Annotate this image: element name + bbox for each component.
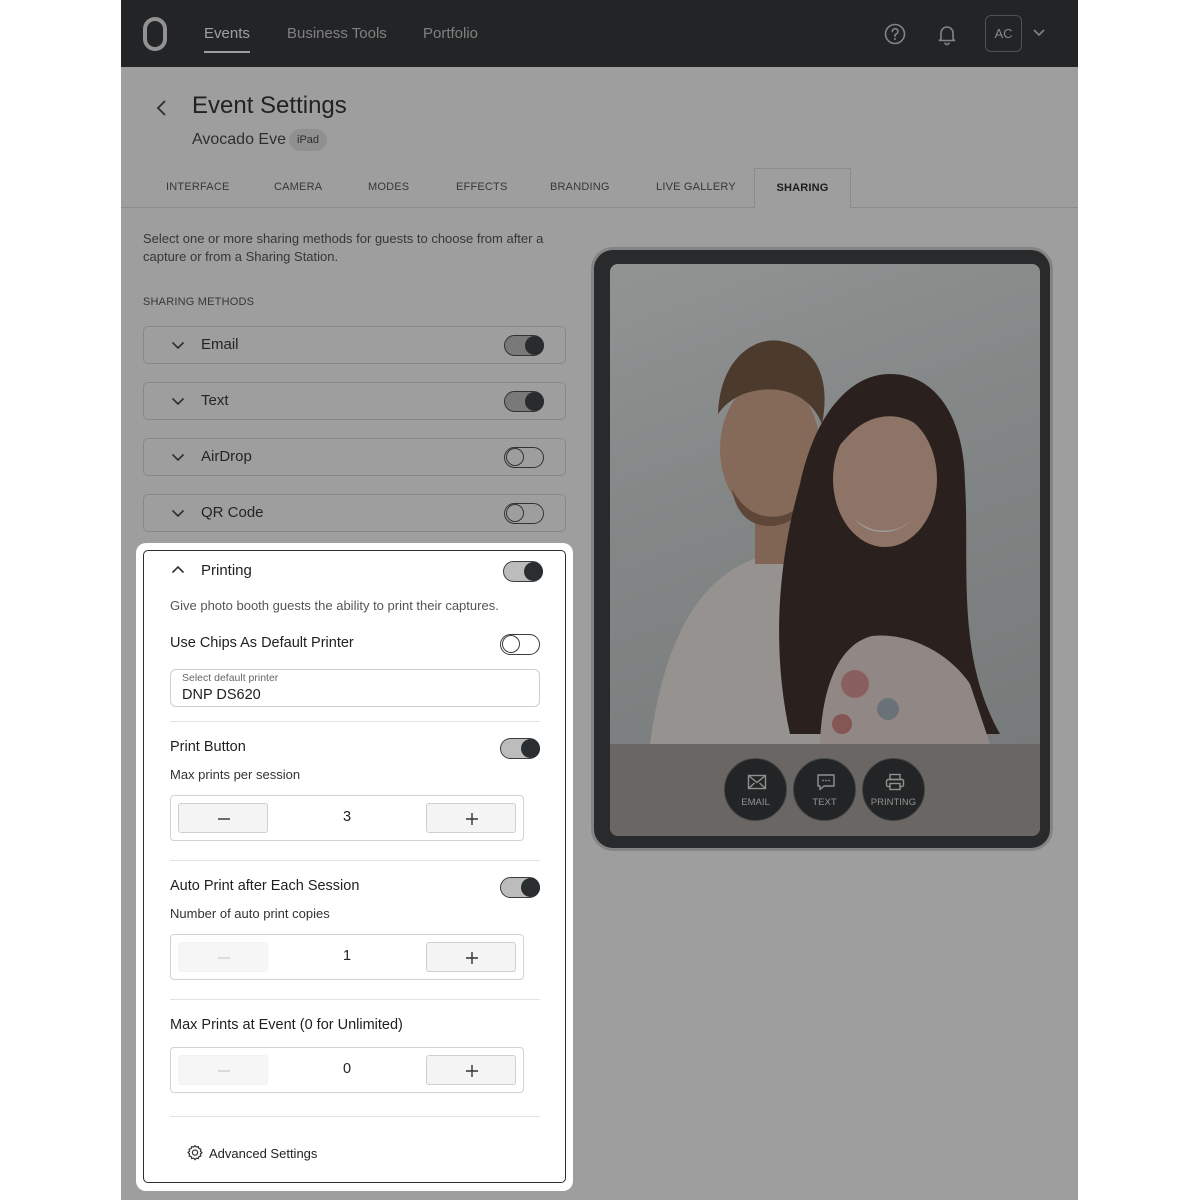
top-navigation: Events Business Tools Portfolio AC — [121, 0, 1078, 67]
toggle-knob — [502, 634, 520, 653]
email-toggle[interactable] — [504, 335, 544, 356]
preview-printing-button[interactable]: PRINTING — [862, 758, 925, 821]
max-prints-stepper: 3 — [170, 795, 524, 841]
chevron-down-icon[interactable] — [1032, 27, 1046, 37]
plus-icon — [466, 952, 478, 964]
tab-live-gallery[interactable]: LIVE GALLERY — [656, 168, 736, 208]
auto-print-label: Auto Print after Each Session — [170, 878, 360, 894]
plus-icon — [466, 1065, 478, 1077]
printing-description: Give photo booth guests the ability to p… — [170, 598, 499, 613]
tab-modes[interactable]: MODES — [368, 168, 409, 208]
tab-effects[interactable]: EFFECTS — [456, 168, 508, 208]
toggle-knob — [521, 738, 540, 758]
chevron-down-icon[interactable] — [171, 452, 185, 462]
toggle-knob — [525, 335, 544, 355]
sharing-methods-label: SHARING METHODS — [143, 296, 255, 308]
text-toggle[interactable] — [504, 391, 544, 412]
tab-interface[interactable]: INTERFACE — [166, 168, 230, 208]
airdrop-toggle[interactable] — [504, 447, 544, 468]
method-airdrop[interactable]: AirDrop — [143, 438, 566, 476]
bell-icon[interactable] — [935, 22, 959, 46]
couple-photo-illustration — [650, 340, 1000, 744]
use-chips-label: Use Chips As Default Printer — [170, 635, 354, 651]
printer-select-value: DNP DS620 — [182, 687, 261, 703]
printing-toggle[interactable] — [503, 561, 543, 582]
preview-photo — [610, 264, 1040, 744]
max-prints-label: Max prints per session — [170, 767, 301, 782]
chevron-down-icon[interactable] — [171, 396, 185, 406]
preview-email-button[interactable]: EMAIL — [724, 758, 787, 821]
toggle-knob — [525, 391, 544, 411]
nav-portfolio[interactable]: Portfolio — [423, 25, 478, 42]
chevron-down-icon[interactable] — [171, 340, 185, 350]
method-label: AirDrop — [201, 448, 252, 465]
settings-tabs: INTERFACE CAMERA MODES EFFECTS BRANDING … — [121, 168, 1078, 209]
auto-copies-label: Number of auto print copies — [170, 906, 330, 921]
chat-bubble-icon — [817, 774, 835, 791]
divider — [170, 999, 540, 1000]
method-label: QR Code — [201, 504, 264, 521]
preview-text-label: TEXT — [812, 797, 837, 808]
method-email[interactable]: Email — [143, 326, 566, 364]
default-printer-select[interactable]: Select default printer DNP DS620 — [170, 669, 540, 707]
tab-sharing[interactable]: SHARING — [754, 168, 851, 209]
nav-events[interactable]: Events — [204, 25, 250, 53]
question-circle-icon[interactable] — [883, 22, 907, 46]
toggle-knob — [521, 877, 540, 897]
auto-print-toggle[interactable] — [500, 877, 540, 898]
chevron-down-icon[interactable] — [171, 508, 185, 518]
tablet-preview: EMAIL TEXT PRINTING — [591, 247, 1053, 851]
increment-button[interactable] — [426, 803, 516, 833]
divider — [170, 721, 540, 722]
plus-icon — [466, 813, 478, 825]
preview-printing-label: PRINTING — [870, 797, 917, 808]
toggle-knob — [506, 447, 524, 466]
qr-code-toggle[interactable] — [504, 503, 544, 524]
method-label: Email — [201, 336, 239, 353]
toggle-knob — [506, 503, 524, 522]
gear-icon — [187, 1144, 203, 1161]
increment-button[interactable] — [426, 942, 516, 972]
print-button-toggle[interactable] — [500, 738, 540, 759]
page-title: Event Settings — [192, 92, 347, 119]
toggle-knob — [524, 561, 543, 581]
event-name: Avocado Eve — [192, 131, 286, 148]
preview-screen: EMAIL TEXT PRINTING — [610, 264, 1040, 836]
method-label: Text — [201, 392, 229, 409]
nav-business-tools[interactable]: Business Tools — [287, 25, 387, 42]
method-text[interactable]: Text — [143, 382, 566, 420]
print-button-label: Print Button — [170, 739, 246, 755]
advanced-settings-label: Advanced Settings — [209, 1146, 318, 1161]
increment-button[interactable] — [426, 1055, 516, 1085]
sharing-intro: Select one or more sharing methods for g… — [143, 231, 544, 264]
max-event-stepper: 0 — [170, 1047, 524, 1093]
use-chips-toggle[interactable] — [500, 634, 540, 655]
brand-logo[interactable] — [143, 17, 167, 51]
auto-copies-stepper: 1 — [170, 934, 524, 980]
max-event-label: Max Prints at Event (0 for Unlimited) — [170, 1017, 403, 1033]
method-qr-code[interactable]: QR Code — [143, 494, 566, 532]
divider — [170, 1116, 540, 1117]
preview-email-label: EMAIL — [741, 797, 770, 808]
printer-select-caption: Select default printer — [182, 672, 279, 684]
device-badge: iPad — [289, 129, 328, 151]
chevron-up-icon[interactable] — [171, 565, 185, 575]
printing-title: Printing — [201, 562, 252, 579]
tab-branding[interactable]: BRANDING — [550, 168, 610, 208]
divider — [170, 860, 540, 861]
tab-camera[interactable]: CAMERA — [274, 168, 322, 208]
preview-text-button[interactable]: TEXT — [793, 758, 856, 821]
envelope-icon — [747, 774, 767, 790]
user-avatar[interactable]: AC — [985, 15, 1022, 52]
back-arrow-icon[interactable] — [154, 99, 170, 117]
printing-panel: Printing Give photo booth guests the abi… — [143, 550, 566, 1183]
printer-icon — [885, 773, 905, 791]
